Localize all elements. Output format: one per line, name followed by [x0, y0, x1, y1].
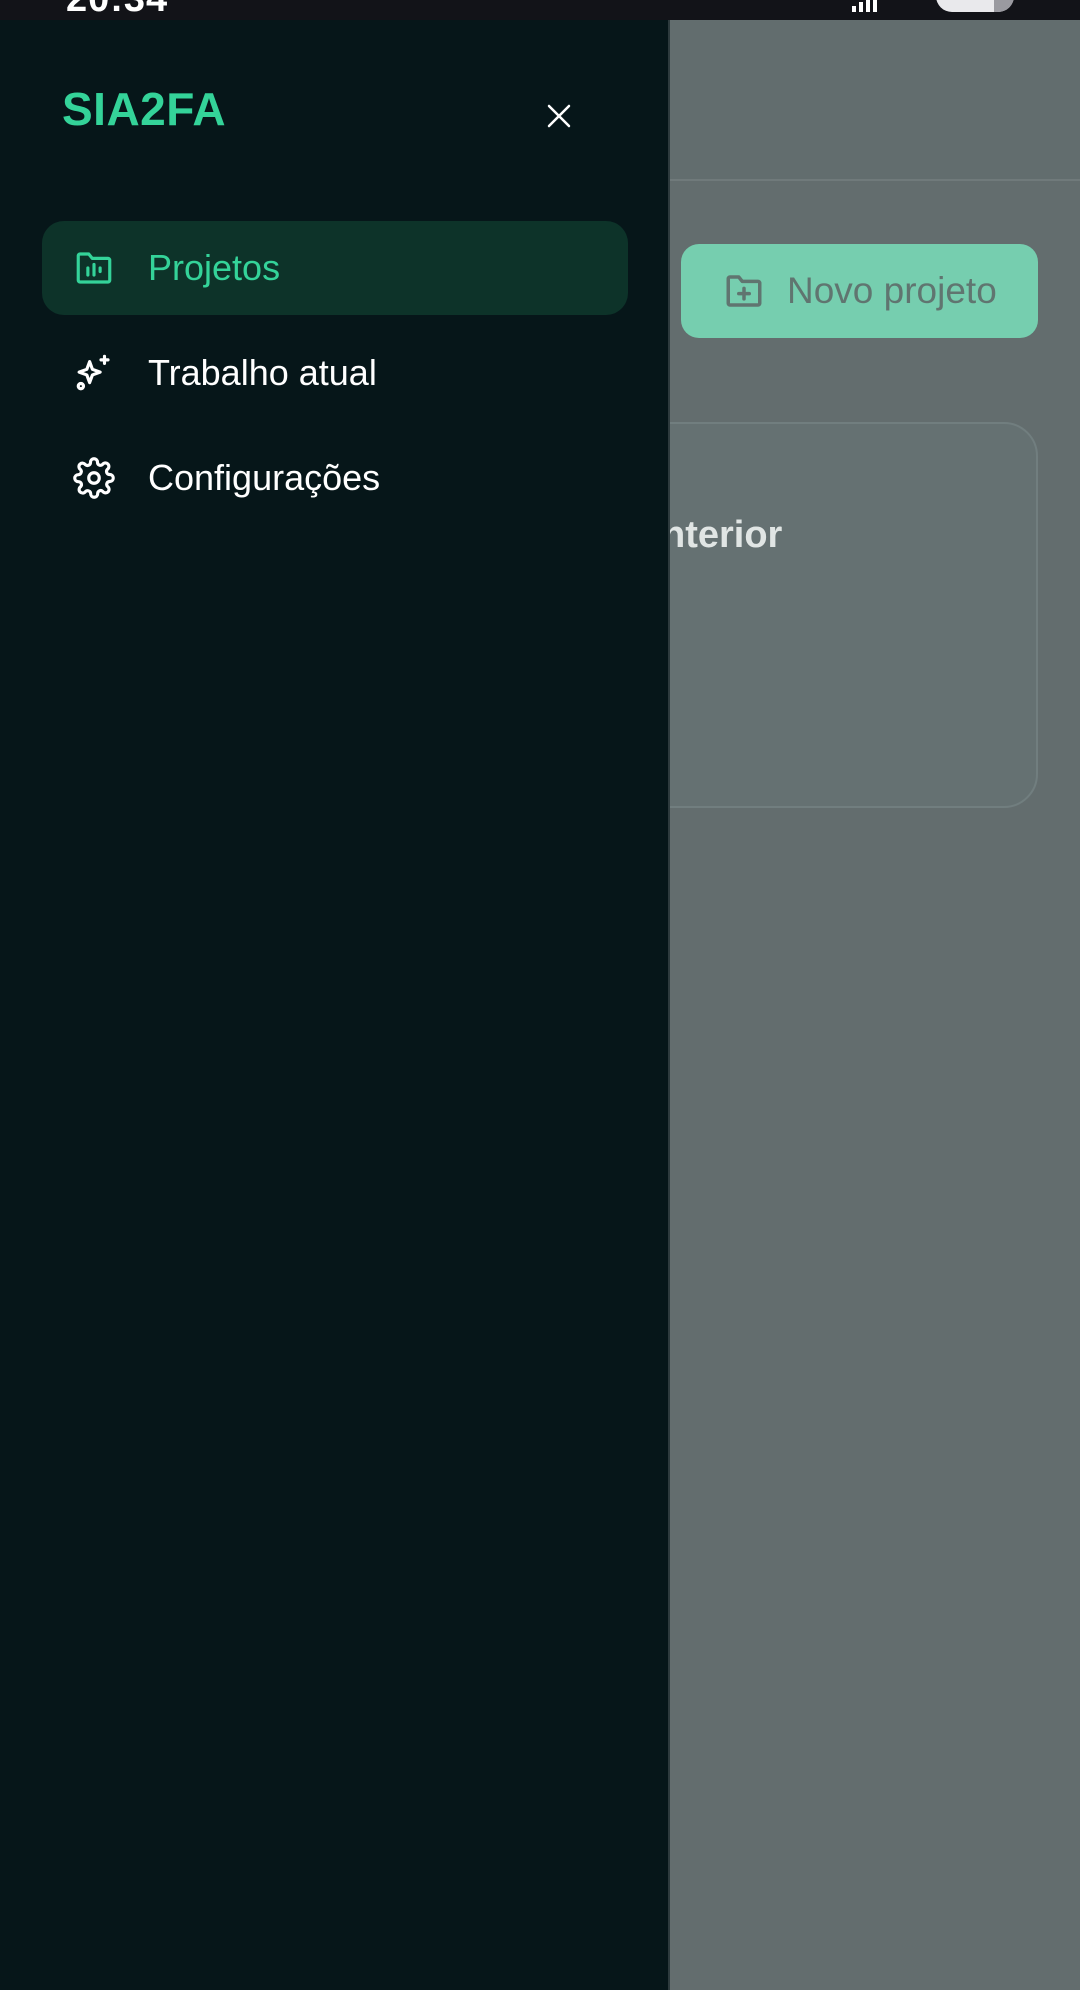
drawer-item-configuracoes[interactable]: Configurações — [42, 431, 628, 525]
gear-icon — [72, 456, 116, 500]
drawer-item-label: Projetos — [148, 247, 281, 288]
signal-icon — [852, 0, 877, 12]
drawer-item-label: Configurações — [148, 457, 381, 498]
status-time: 20:34 — [66, 0, 168, 20]
status-icons — [852, 0, 877, 12]
drawer-title: SIA2FA — [62, 83, 227, 135]
navigation-drawer: SIA2FA Projetos Trabalho atual Configura… — [0, 20, 670, 1990]
drawer-item-label: Trabalho atual — [148, 352, 377, 393]
battery-icon — [936, 0, 1014, 12]
sparkles-icon — [72, 351, 116, 395]
status-bar: 20:34 — [0, 0, 1080, 20]
close-button[interactable] — [531, 88, 587, 144]
folder-chart-icon — [72, 246, 116, 290]
drawer-item-projetos[interactable]: Projetos — [42, 221, 628, 315]
drawer-nav: Projetos Trabalho atual Configurações — [42, 221, 628, 536]
drawer-item-trabalho-atual[interactable]: Trabalho atual — [42, 326, 628, 420]
close-icon — [547, 104, 571, 128]
